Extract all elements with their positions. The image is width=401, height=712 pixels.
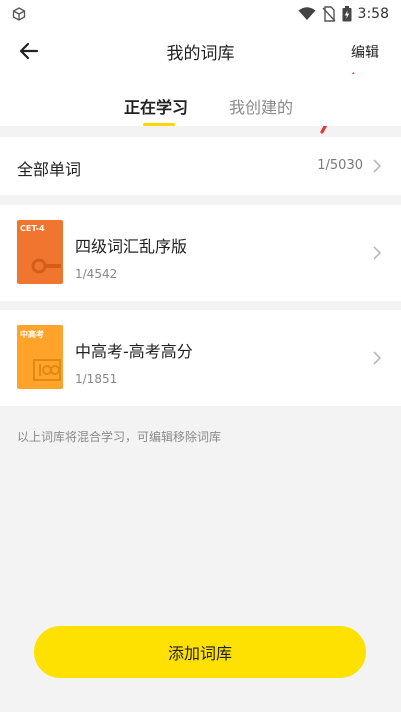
book-cover: 中高考 <box>17 325 63 389</box>
book-progress: 1/4542 <box>75 267 118 281</box>
chevron-right-icon <box>373 159 382 173</box>
battery-charging-icon <box>342 6 352 22</box>
book-progress: 1/1851 <box>75 372 118 386</box>
page-title: 我的词库 <box>166 44 235 64</box>
book-title: 四级词汇乱序版 <box>75 237 188 256</box>
chevron-right-icon <box>373 351 382 365</box>
cover-decoration-icon <box>33 359 61 381</box>
all-words-label: 全部单词 <box>17 160 82 179</box>
tab-created[interactable]: 我创建的 <box>229 94 293 118</box>
chevron-right-icon <box>373 246 382 260</box>
tab-bar: 正在学习 我创建的 <box>0 74 401 126</box>
tab-learning[interactable]: 正在学习 <box>124 94 188 118</box>
no-sim-icon <box>322 6 336 22</box>
cube-icon <box>12 7 26 21</box>
all-words-count: 1/5030 <box>317 158 363 173</box>
add-wordbook-button[interactable]: 添加词库 <box>34 626 366 678</box>
mix-learning-hint: 以上词库将混合学习，可编辑移除词库 <box>17 430 222 444</box>
all-words-row[interactable]: 全部单词 1/5030 <box>0 137 401 195</box>
app-bar: 我的词库 编辑 <box>0 28 401 74</box>
cover-label: 中高考 <box>20 330 44 339</box>
cover-label: CET-4 <box>20 224 45 233</box>
wordbook-item[interactable]: 中高考 中高考-高考高分 1/1851 <box>0 310 401 406</box>
book-title: 中高考-高考高分 <box>75 342 193 361</box>
status-bar: 3:58 <box>0 0 401 28</box>
book-cover: CET-4 <box>17 220 63 284</box>
wifi-icon <box>298 7 316 20</box>
status-time: 3:58 <box>357 6 389 22</box>
edit-button[interactable]: 编辑 <box>351 42 379 62</box>
active-tab-indicator <box>143 123 175 126</box>
wordbook-item[interactable]: CET-4 四级词汇乱序版 1/4542 <box>0 205 401 301</box>
cover-decoration-icon <box>31 258 61 274</box>
